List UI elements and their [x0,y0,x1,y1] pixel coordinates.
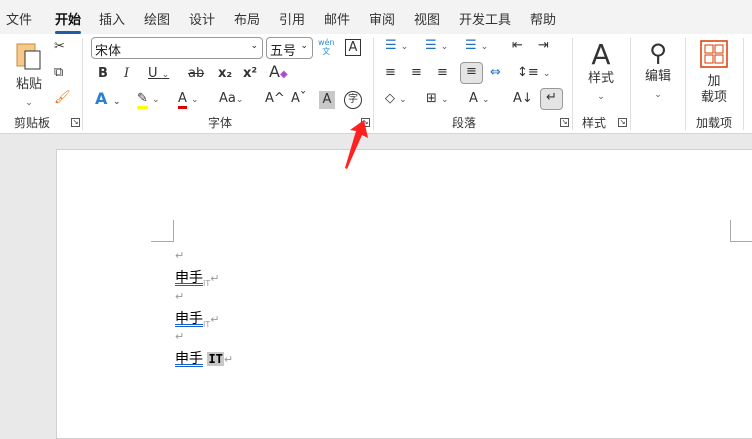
addins-group-label: 加载项 [696,116,733,130]
distributed-icon[interactable]: ⇔ [490,64,501,82]
red-arrow-annotation [345,120,368,169]
margin-corner-left [151,220,174,242]
styles-button[interactable]: A 样式 ⌄ [583,40,619,106]
editing-button[interactable]: ⚲ 编辑 ⌄ [641,38,675,104]
paragraph-group-label: 段落 [452,116,477,130]
strikethrough-button[interactable]: ab [188,65,204,83]
ribbon-tabs: 文件 开始 插入 绘图 设计 布局 引用 邮件 审阅 视图 开发工具 帮助 [0,0,752,34]
shading-button[interactable]: ◇ ⌄ [385,90,407,109]
bold-button[interactable]: B [98,65,108,83]
styles-group-label: 样式 [582,116,607,130]
text-line[interactable]: 申手IT↵ [175,267,219,288]
clear-formatting-icon[interactable]: A◆ [269,63,288,84]
enclose-chars-button[interactable]: 字 [344,91,362,109]
font-group-label: 字体 [208,116,233,130]
clipboard-icon [16,43,41,70]
subscript-button[interactable]: x₂ [218,65,232,83]
underline-button[interactable]: U ⌄ [148,65,169,84]
font-size-combo[interactable]: 五号 ⌄ [266,37,313,59]
paragraph-mark: ↵ [175,249,185,262]
font-name-combo[interactable]: 宋体 ⌄ [91,37,263,59]
show-marks-icon[interactable]: ↵ [540,88,563,110]
justify-icon[interactable]: ≡ [460,62,483,84]
italic-button[interactable]: I [124,65,129,83]
copy-icon[interactable]: ⧉ [54,64,63,82]
addins-icon [700,40,728,68]
paragraph-launcher-icon[interactable]: ↘ [560,118,569,127]
font-color-button[interactable]: A ⌄ [178,90,199,109]
tab-view[interactable]: 视图 [414,9,440,28]
text-line[interactable]: 申手 IT↵ [175,348,233,368]
margin-corner-right [730,220,752,242]
highlight-color-button[interactable]: ✎ ⌄ [137,90,160,109]
paragraph-mark: ↵ [175,330,185,343]
align-right-icon[interactable]: ≡ [437,64,448,82]
tab-insert[interactable]: 插入 [99,9,125,28]
char-border-icon[interactable]: A [345,39,361,56]
tab-design[interactable]: 设计 [189,9,215,28]
cut-icon[interactable]: ✂ [54,38,65,56]
addins-button[interactable]: 加 载项 [695,40,733,106]
line-spacing-button[interactable]: ↕≡ ⌄ [517,64,550,83]
ribbon: 粘贴 ⌄ ✂ ⧉ 🖌 剪贴板 ↘ 宋体 ⌄ 五号 ⌄ wén 文 A B I U ⌄ … [0,34,752,134]
tab-review[interactable]: 审阅 [369,9,395,28]
text-effects-button[interactable]: A ⌄ [95,90,121,111]
asian-layout-button[interactable]: A ⌄ [469,90,490,109]
selected-text: IT [207,352,224,366]
borders-button[interactable]: ⊞ ⌄ [426,90,449,109]
styles-icon: A [591,38,611,71]
phonetic-guide-icon[interactable]: wén 文 [318,38,335,56]
tab-layout[interactable]: 布局 [234,9,260,28]
tab-mailings[interactable]: 邮件 [324,9,350,28]
decrease-indent-icon[interactable]: ⇤ [512,37,523,55]
change-case-button[interactable]: Aa⌄ [219,90,243,109]
tab-file[interactable]: 文件 [6,9,32,28]
document-page[interactable] [56,149,752,439]
clipboard-launcher-icon[interactable]: ↘ [71,118,80,127]
char-shading-button[interactable]: A [319,91,335,109]
search-icon: ⚲ [649,39,667,67]
shrink-font-button[interactable]: Aˇ [291,90,306,108]
bullets-button[interactable]: ☰ ⌄ [385,37,408,56]
increase-indent-icon[interactable]: ⇥ [538,37,549,55]
multilevel-list-button[interactable]: ☰ ⌄ [465,37,488,56]
align-center-icon[interactable]: ≡ [411,64,422,82]
paste-button[interactable]: 粘贴 ⌄ [12,40,46,112]
tab-references[interactable]: 引用 [279,9,305,28]
clipboard-group-label: 剪贴板 [14,116,51,130]
styles-launcher-icon[interactable]: ↘ [618,118,627,127]
text-line[interactable]: 申手IT↵ [175,308,219,329]
numbering-button[interactable]: ☰ ⌄ [425,37,448,56]
sort-icon[interactable]: A↓ [513,90,533,108]
superscript-button[interactable]: x² [243,65,257,83]
tab-home[interactable]: 开始 [55,9,82,34]
tab-help[interactable]: 帮助 [530,9,556,28]
align-left-icon[interactable]: ≡ [385,64,396,82]
tab-developer[interactable]: 开发工具 [459,9,511,28]
paragraph-mark: ↵ [175,290,185,303]
format-painter-icon[interactable]: 🖌 [54,89,71,107]
grow-font-button[interactable]: A^ [265,90,285,108]
tab-draw[interactable]: 绘图 [144,9,170,28]
